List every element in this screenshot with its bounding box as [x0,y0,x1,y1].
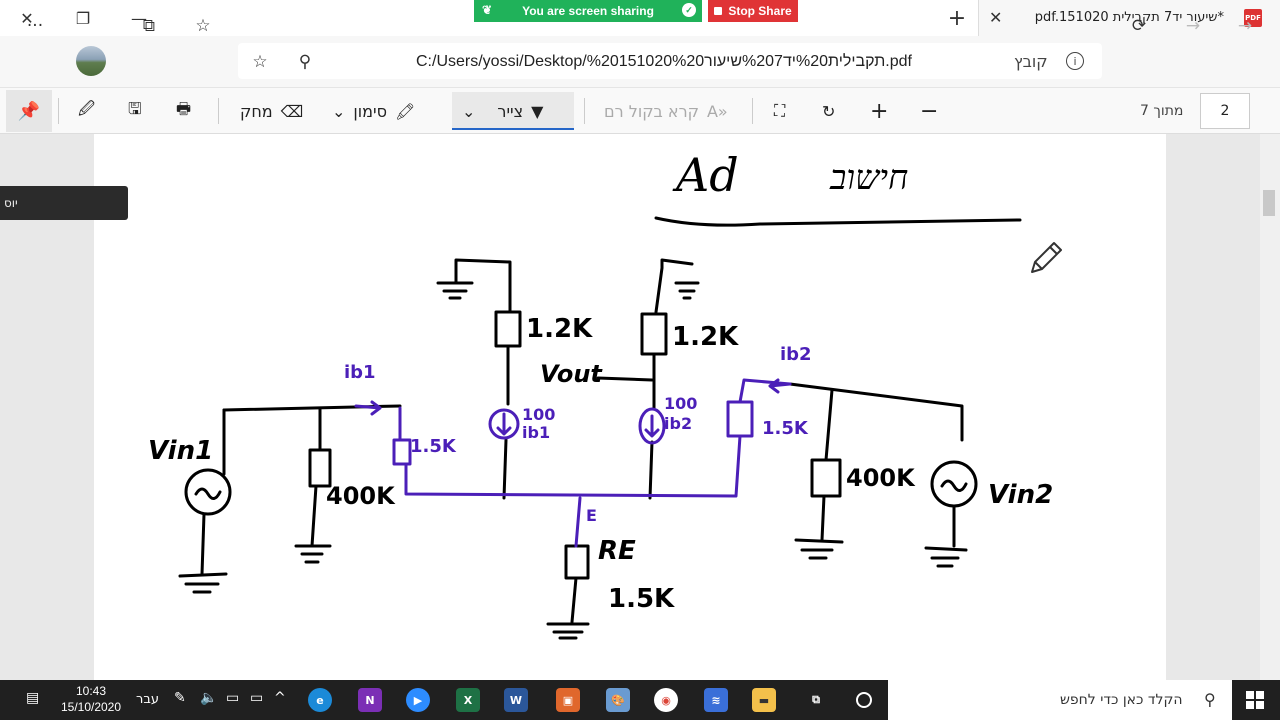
zoom-app-icon[interactable]: ▶ [406,688,430,712]
onenote-icon[interactable]: N [358,688,382,712]
label-r-right-bias: 400K [846,464,915,492]
pen-workspace-icon[interactable]: ✎ [174,690,186,706]
edge-icon[interactable]: e [308,688,332,712]
label-source-left: 100 ib1 [522,405,556,442]
task-view-icon[interactable]: ⧉ [804,688,828,712]
label-ib1: ib1 [344,362,376,383]
word-icon[interactable]: W [504,688,528,712]
language-indicator[interactable]: עבר [136,692,159,707]
powerpoint-icon[interactable]: ▣ [556,688,580,712]
app-icon[interactable]: ≋ [704,688,728,712]
clock[interactable]: 10:43 15/10/2020 [60,683,122,715]
label-r-right-top: 1.2K [672,322,739,352]
file-explorer-icon[interactable]: ▬ [752,688,776,712]
label-re-value: 1.5K [608,584,675,614]
chrome-icon[interactable]: ◉ [654,688,678,712]
windows-start-icon[interactable] [1246,691,1264,709]
sketch-title: Ad [676,148,739,202]
label-r-left-mid: 1.5K [410,436,456,457]
circuit-wires-purple [354,378,792,548]
sketch-subtitle: חישוב [830,158,909,198]
circuit-wires-black [178,216,1022,640]
clock-date: 15/10/2020 [60,700,122,714]
pencil-cursor-icon [1031,242,1062,273]
volume-icon[interactable]: 🔈 [200,690,217,706]
search-icon: ⚲ [1204,690,1216,709]
label-node-e: E [586,506,597,525]
label-vin2: Vin2 [988,480,1054,510]
label-r-right-mid: 1.5K [762,418,808,439]
chevron-up-icon[interactable]: ^ [274,690,286,706]
cortana-icon[interactable] [856,692,872,708]
label-r-left-bias: 400K [326,482,395,510]
search-placeholder: הקלד כאן כדי לחפש [1060,692,1183,708]
network-icon[interactable]: ▭ [226,690,239,706]
battery-icon[interactable]: ▭ [250,690,263,706]
label-source-right: 100 ib2 [664,394,698,433]
label-r-left-top: 1.2K [526,314,593,344]
label-vin1: Vin1 [148,436,214,466]
label-re: RE [598,536,636,566]
clock-time: 10:43 [75,684,107,698]
label-vout: Vout [540,360,602,388]
paint-icon[interactable]: 🎨 [606,688,630,712]
label-ib2: ib2 [780,344,812,365]
tooltip: יוס [0,186,128,220]
excel-icon[interactable]: X [456,688,480,712]
notifications-icon[interactable]: ▤ [26,690,39,706]
